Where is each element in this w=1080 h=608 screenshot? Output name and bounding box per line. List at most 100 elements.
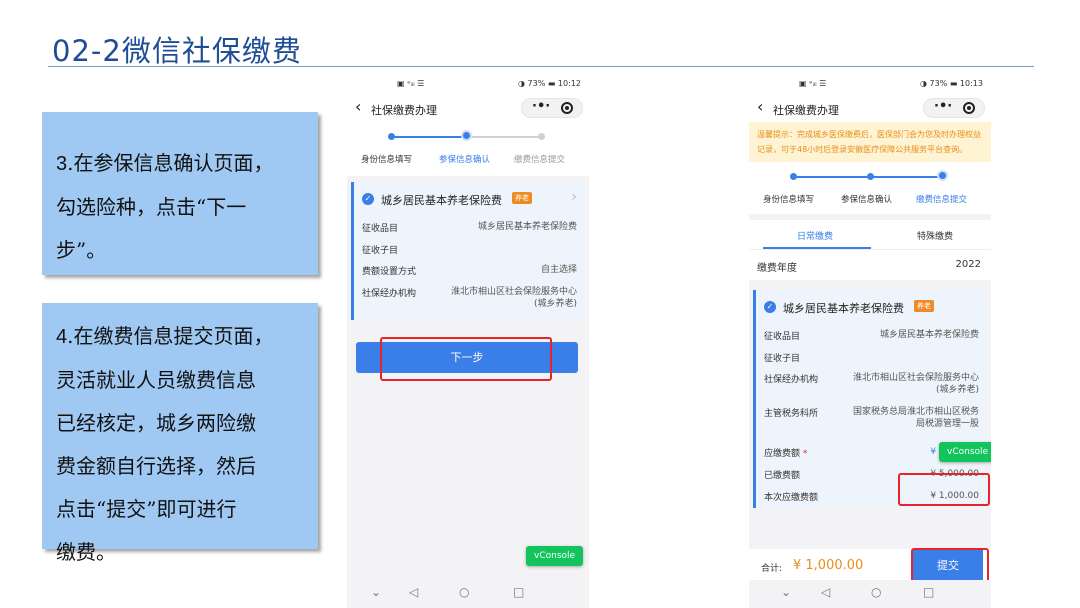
- card-title: 城乡居民基本养老保险费: [783, 302, 904, 315]
- back-icon[interactable]: ‹: [355, 97, 361, 116]
- total-value: ¥ 1,000.00: [793, 558, 864, 573]
- step-dot-pending: [538, 133, 545, 140]
- row-label: 本次应缴费额: [764, 493, 819, 503]
- title-divider: [48, 66, 1034, 67]
- highlight-box: [911, 548, 989, 583]
- tab-daily[interactable]: 日常缴费: [797, 229, 833, 242]
- row-label: 征收品目: [362, 224, 399, 234]
- note2-line2: 灵活就业人员缴费信息: [56, 368, 256, 392]
- card-title: 城乡居民基本养老保险费: [381, 194, 502, 207]
- row-label: 费额设置方式: [362, 267, 417, 277]
- back-triangle-icon[interactable]: ◁: [821, 585, 830, 599]
- tab-special[interactable]: 特殊缴费: [917, 229, 953, 242]
- status-bar: ▣ ᵊᵢₗₗ ☰ ◑ 73% ▬ 10:13: [749, 72, 991, 94]
- step-label: 参保信息确认: [841, 195, 893, 205]
- note-text: .在缴费信息提交页面，: [67, 324, 274, 348]
- android-nav-bar: ⌄ ◁ ○ □: [749, 580, 991, 608]
- step-dot-active: [937, 170, 948, 181]
- due-label: 应缴费额: [764, 449, 801, 459]
- note2-line3: 已经核定，城乡两险缴: [56, 411, 256, 435]
- nav-title: 社保缴费办理: [773, 104, 839, 117]
- back-icon[interactable]: ‹: [757, 97, 763, 116]
- note2-line1: 4.在缴费信息提交页面，: [56, 315, 304, 359]
- progress-track: [392, 136, 469, 138]
- step-label: 身份信息填写: [763, 195, 815, 205]
- note2-line5: 点击“提交”即可进行: [56, 497, 237, 521]
- chevron-right-icon: ›: [571, 189, 577, 205]
- insurance-card[interactable]: ✓ 城乡居民基本养老保险费 养老 › 征收品目 城乡居民基本养老保险费 征收子目 …: [351, 182, 585, 320]
- progress-steps: 身份信息填写 参保信息确认 缴费信息提交: [749, 162, 991, 214]
- chevron-down-icon[interactable]: ⌄: [371, 585, 381, 599]
- close-target-icon[interactable]: [963, 102, 975, 114]
- row-label: 征收子目: [764, 354, 801, 364]
- row-label: 应缴费额 *: [764, 449, 808, 459]
- info-row: 主管税务科所 国家税务总局淮北市相山区税务 局税源管理一股: [756, 401, 987, 435]
- highlight-box: [380, 337, 552, 381]
- recents-square-icon[interactable]: □: [513, 585, 524, 599]
- more-icon[interactable]: ·•·: [934, 99, 952, 115]
- row-value-2: (城乡养老): [533, 299, 577, 309]
- row-label: 征收品目: [764, 332, 801, 342]
- android-nav-bar: ⌄ ◁ ○ □: [347, 580, 589, 608]
- step-number: 3: [56, 153, 68, 175]
- note2-line6: 缴费。: [56, 540, 116, 564]
- close-target-icon[interactable]: [561, 102, 573, 114]
- step-dot: [790, 173, 797, 180]
- tab-underline: [763, 247, 871, 249]
- checkbox-checked-icon[interactable]: ✓: [764, 301, 776, 313]
- row-value-2: (城乡养老): [935, 385, 979, 395]
- highlight-box: [898, 473, 990, 506]
- info-row: 费额设置方式 自主选择: [354, 259, 585, 281]
- row-label: 征收子目: [362, 246, 399, 256]
- pension-tag: 养老: [914, 300, 934, 312]
- info-row: 征收子目: [354, 238, 585, 259]
- row-value-2: 局税源管理一股: [915, 419, 979, 429]
- row-label: 已缴费额: [764, 471, 801, 481]
- year-label: 缴费年度: [757, 263, 797, 274]
- note-text: .在参保信息确认页面，: [67, 151, 274, 175]
- step-dot: [867, 173, 874, 180]
- pension-tag: 养老: [512, 192, 532, 204]
- step-label-active: 参保信息确认: [439, 155, 491, 165]
- instruction-step-3: 3.在参保信息确认页面， 勾选险种，点击“下一 步”。: [42, 112, 318, 275]
- card-header: ✓ 城乡居民基本养老保险费 养老 ›: [354, 182, 585, 216]
- recents-square-icon[interactable]: □: [923, 585, 934, 599]
- year-value: 2022: [955, 259, 981, 270]
- info-row: 社保经办机构 淮北市相山区社会保险服务中心 (城乡养老): [354, 281, 585, 320]
- note1-line2: 勾选险种，点击“下一: [56, 195, 247, 219]
- notice-banner: 温馨提示：完成城乡医保缴费后，医保部门会为您及时办理权益记录，可于48小时后登录…: [749, 122, 991, 162]
- page-title: 02-2微信社保缴费: [52, 34, 302, 68]
- chevron-down-icon[interactable]: ⌄: [781, 585, 791, 599]
- battery-time: ◑ 73% ▬ 10:12: [517, 79, 581, 88]
- row-label: 社保经办机构: [362, 289, 417, 299]
- signal-icon: ▣ ᵊᵢₗₗ ☰: [397, 79, 425, 88]
- total-label: 合计:: [761, 564, 783, 574]
- progress-steps: 身份信息填写 参保信息确认 缴费信息提交: [347, 122, 589, 176]
- step-dot-active: [461, 130, 472, 141]
- checkbox-checked-icon[interactable]: ✓: [362, 193, 374, 205]
- step-label-active: 缴费信息提交: [916, 195, 968, 205]
- note2-line4: 费金额自行选择，然后: [56, 454, 256, 478]
- info-row: 征收品目 城乡居民基本养老保险费: [756, 324, 987, 346]
- back-triangle-icon[interactable]: ◁: [409, 585, 418, 599]
- note1-line3: 步”。: [56, 238, 107, 262]
- step-label: 身份信息填写: [361, 155, 413, 165]
- progress-track-rest: [469, 136, 544, 138]
- info-row: 征收品目 城乡居民基本养老保险费: [354, 216, 585, 238]
- vconsole-button[interactable]: vConsole: [939, 442, 991, 462]
- vconsole-button[interactable]: vConsole: [526, 546, 584, 566]
- nav-title: 社保缴费办理: [371, 104, 437, 117]
- note1-line1: 3.在参保信息确认页面，: [56, 142, 304, 186]
- status-bar: ▣ ᵊᵢₗₗ ☰ ◑ 73% ▬ 10:12: [347, 72, 589, 94]
- home-circle-icon[interactable]: ○: [871, 585, 881, 599]
- capsule-menu: ·•·: [923, 98, 985, 118]
- more-icon[interactable]: ·•·: [532, 99, 550, 115]
- year-row[interactable]: 缴费年度 2022: [749, 250, 991, 280]
- nav-bar: ‹ 社保缴费办理 ·•·: [347, 94, 589, 122]
- battery-time: ◑ 73% ▬ 10:13: [919, 79, 983, 88]
- step-dot: [388, 133, 395, 140]
- step-label-pending: 缴费信息提交: [514, 155, 566, 165]
- card-header: ✓ 城乡居民基本养老保险费 养老: [756, 290, 987, 324]
- home-circle-icon[interactable]: ○: [459, 585, 469, 599]
- step-number: 4: [56, 326, 68, 348]
